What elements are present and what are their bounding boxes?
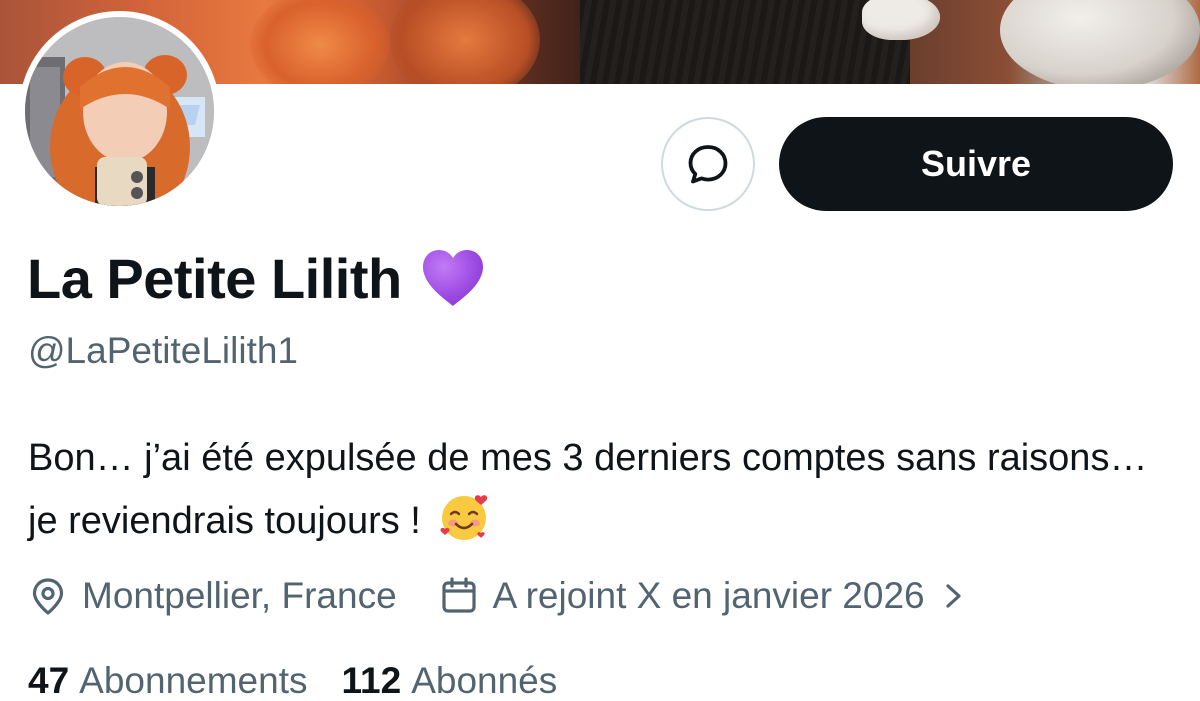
bio-text: Bon… j’ai été expulsée de mes 3 derniers…	[28, 437, 1148, 542]
name-row: La Petite Lilith	[27, 244, 486, 314]
message-icon	[688, 145, 728, 184]
smiling-face-with-hearts-icon	[440, 495, 488, 540]
banner-detail	[580, 0, 910, 84]
following-label: Abonnements	[79, 660, 308, 701]
follow-stats: 47 Abonnements 112 Abonnés	[28, 659, 557, 701]
display-name: La Petite Lilith	[27, 247, 402, 310]
banner-detail	[862, 0, 940, 40]
location-pin-icon	[32, 578, 64, 615]
banner-detail	[250, 0, 390, 84]
follow-button[interactable]: Suivre	[779, 117, 1173, 211]
user-handle: @LaPetiteLilith1	[28, 330, 299, 371]
calendar-icon	[442, 577, 476, 613]
banner-detail	[390, 0, 540, 84]
join-date[interactable]: A rejoint X en janvier 2026	[439, 575, 965, 617]
avatar-container[interactable]	[19, 11, 220, 212]
message-button[interactable]	[661, 117, 755, 211]
avatar-photo	[25, 17, 214, 206]
join-date-text: A rejoint X en janvier 2026	[492, 575, 925, 616]
following-count: 47	[28, 660, 70, 701]
avatar[interactable]	[25, 17, 214, 206]
followers-count: 112	[341, 660, 402, 701]
following-link[interactable]: 47 Abonnements	[28, 660, 307, 701]
location: Montpellier, France	[28, 575, 397, 617]
profile-meta: Montpellier, France A rejoint X en janvi…	[28, 574, 965, 618]
banner-detail	[1000, 0, 1200, 84]
chevron-right-icon	[946, 584, 961, 608]
followers-label: Abonnés	[411, 660, 558, 701]
followers-link[interactable]: 112 Abonnés	[341, 660, 557, 701]
bio: Bon… j’ai été expulsée de mes 3 derniers…	[28, 427, 1168, 552]
purple-heart-icon	[422, 250, 483, 306]
location-text: Montpellier, France	[82, 575, 397, 616]
